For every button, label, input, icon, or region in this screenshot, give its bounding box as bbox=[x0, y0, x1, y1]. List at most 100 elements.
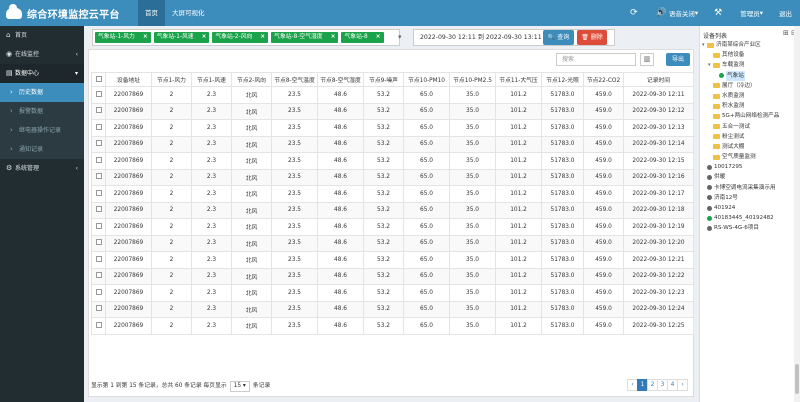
table-row[interactable]: 22007869 2 2.3 北风 23.5 48.6 53.2 65.0 35.0 101.2 5… bbox=[91, 317, 694, 335]
tree-node[interactable]: 卡博空调电流采集演示用 bbox=[702, 183, 794, 193]
tree-scrollbar[interactable] bbox=[794, 26, 800, 402]
row-checkbox[interactable] bbox=[95, 222, 102, 229]
row-checkbox[interactable] bbox=[95, 189, 102, 196]
tree-node[interactable]: 五合一测试 bbox=[702, 122, 794, 132]
table-row[interactable]: 22007869 2 2.3 北风 23.5 48.6 53.2 65.0 35.0 101.2 5… bbox=[91, 284, 694, 302]
table-row[interactable]: 22007869 2 2.3 北风 23.5 48.6 53.2 65.0 35.0 101.2 5… bbox=[91, 102, 694, 120]
tree-node[interactable]: 401924 bbox=[702, 203, 794, 213]
column-header[interactable]: 设备地址 bbox=[105, 72, 152, 87]
row-checkbox[interactable] bbox=[95, 255, 102, 262]
select-all-checkbox[interactable] bbox=[95, 75, 102, 82]
filter-tag[interactable]: 气象站-1-风速 × bbox=[153, 32, 210, 43]
tree-node[interactable]: RS-WS-4G-6项目 bbox=[702, 223, 794, 233]
tree-node[interactable]: 10017295 bbox=[702, 162, 794, 172]
filter-tag[interactable]: 气象站-2-风向 × bbox=[212, 32, 269, 43]
tree-node[interactable]: 供暖 bbox=[702, 172, 794, 182]
tree-node[interactable]: 积水监测 bbox=[702, 101, 794, 111]
sidebar-subitem[interactable]: › 历史数据 bbox=[0, 83, 84, 102]
tree-node[interactable]: 空气质量监测 bbox=[702, 152, 794, 162]
table-row[interactable]: 22007869 2 2.3 北风 23.5 48.6 53.2 65.0 35.0 101.2 5… bbox=[91, 185, 694, 203]
chevron-down-icon[interactable]: ▾ bbox=[398, 29, 406, 46]
tree-node[interactable]: ▾ 济南某综合产业区 bbox=[702, 40, 794, 50]
column-header[interactable]: 节点8-空气温度 bbox=[271, 72, 318, 87]
row-checkbox[interactable] bbox=[95, 321, 102, 328]
tree-node[interactable]: 粉尘测试 bbox=[702, 132, 794, 142]
row-checkbox[interactable] bbox=[95, 272, 102, 279]
row-checkbox[interactable] bbox=[95, 206, 102, 213]
column-header[interactable]: 节点9-噪声 bbox=[363, 72, 404, 87]
tree-node[interactable]: 水质监测 bbox=[702, 91, 794, 101]
column-header[interactable]: 节点10-PM2.5 bbox=[449, 72, 496, 87]
columns-toggle-button[interactable]: ▥ bbox=[640, 53, 654, 66]
table-row[interactable]: 22007869 2 2.3 北风 23.5 48.6 53.2 65.0 35.0 101.2 5… bbox=[91, 135, 694, 153]
sidebar-item[interactable]: ◉ 在线监控 ‹ bbox=[0, 45, 84, 64]
column-header[interactable]: 记录时间 bbox=[623, 72, 694, 87]
delete-button[interactable]: 🗑 删除 bbox=[577, 30, 607, 45]
row-checkbox[interactable] bbox=[95, 140, 102, 147]
tree-node[interactable]: 40183445_40192482 bbox=[702, 213, 794, 223]
tree-node[interactable]: 济南12号 bbox=[702, 193, 794, 203]
table-row[interactable]: 22007869 2 2.3 北风 23.5 48.6 53.2 65.0 35.0 101.2 5… bbox=[91, 86, 694, 104]
column-header[interactable]: 节点10-PM10 bbox=[403, 72, 450, 87]
sidebar-item[interactable]: ▤ 数据中心 ▾ bbox=[0, 64, 84, 83]
table-row[interactable]: 22007869 2 2.3 北风 23.5 48.6 53.2 65.0 35.0 101.2 5… bbox=[91, 267, 694, 285]
row-checkbox[interactable] bbox=[95, 173, 102, 180]
tree-node[interactable]: 5G+两山网络检测产品 bbox=[702, 111, 794, 121]
column-header[interactable]: 节点1-风力 bbox=[151, 72, 192, 87]
sidebar-subitem[interactable]: › 报警数据 bbox=[0, 102, 84, 121]
sidebar-subitem[interactable]: › 继电器操作记录 bbox=[0, 121, 84, 140]
row-checkbox[interactable] bbox=[95, 156, 102, 163]
query-button[interactable]: 🔍 查询 bbox=[543, 30, 574, 45]
top-nav-tab[interactable]: 大屏可视化 bbox=[165, 0, 212, 26]
page-size-select[interactable]: 15 ▾ bbox=[229, 381, 250, 392]
table-row[interactable]: 22007869 2 2.3 北风 23.5 48.6 53.2 65.0 35.0 101.2 5… bbox=[91, 168, 694, 186]
voice-toggle[interactable]: 🔊 语音关闭 ▾ bbox=[656, 8, 698, 18]
table-row[interactable]: 22007869 2 2.3 北风 23.5 48.6 53.2 65.0 35.0 101.2 5… bbox=[91, 119, 694, 137]
search-input[interactable]: 搜索 bbox=[556, 53, 636, 66]
close-icon[interactable]: × bbox=[376, 32, 381, 43]
close-icon[interactable]: × bbox=[202, 32, 207, 43]
tree-node[interactable]: 展厅（冷边） bbox=[702, 81, 794, 91]
close-icon[interactable]: × bbox=[260, 32, 265, 43]
column-header[interactable]: 节点1-风速 bbox=[191, 72, 232, 87]
page-button[interactable]: › bbox=[677, 379, 688, 391]
tree-node[interactable]: 其他设备 bbox=[702, 50, 794, 60]
logo[interactable]: 综合环境监控云平台 bbox=[0, 0, 134, 26]
filter-tag[interactable]: 气象站-8 × bbox=[341, 32, 384, 43]
filter-tag[interactable]: 气象站-8-空气湿度 × bbox=[271, 32, 339, 43]
settings-button[interactable]: ⚒ bbox=[714, 8, 724, 18]
node-tag-select[interactable]: 气象站-1-风力 × 气象站-1-风速 × 气象站-2-风向 × 气象站-8-空气湿度 × 气象… bbox=[92, 29, 400, 46]
row-checkbox[interactable] bbox=[95, 107, 102, 114]
logout-button[interactable]: 退出 bbox=[779, 8, 792, 18]
column-header[interactable]: 节点12-光照 bbox=[541, 72, 584, 87]
close-icon[interactable]: × bbox=[143, 32, 148, 43]
row-checkbox[interactable] bbox=[95, 239, 102, 246]
row-checkbox[interactable] bbox=[95, 90, 102, 97]
scrollbar-thumb[interactable] bbox=[795, 364, 799, 394]
table-row[interactable]: 22007869 2 2.3 北风 23.5 48.6 53.2 65.0 35.0 101.2 5… bbox=[91, 234, 694, 252]
tree-node[interactable]: ▾ 车载监测 bbox=[702, 60, 794, 70]
row-checkbox[interactable] bbox=[95, 305, 102, 312]
export-button[interactable]: 导出 bbox=[666, 53, 690, 66]
table-row[interactable]: 22007869 2 2.3 北风 23.5 48.6 53.2 65.0 35.0 101.2 5… bbox=[91, 218, 694, 236]
column-header[interactable]: 节点2-风向 bbox=[231, 72, 272, 87]
close-icon[interactable]: × bbox=[331, 32, 336, 43]
sidebar-item[interactable]: ⌂ 首页 bbox=[0, 26, 84, 45]
row-checkbox[interactable] bbox=[95, 288, 102, 295]
user-menu[interactable]: 管理员 ▾ bbox=[740, 8, 763, 18]
table-row[interactable]: 22007869 2 2.3 北风 23.5 48.6 53.2 65.0 35.0 101.2 5… bbox=[91, 152, 694, 170]
refresh-button[interactable]: ⟳ bbox=[630, 8, 640, 18]
top-nav-tab[interactable]: 首页 bbox=[138, 0, 165, 26]
table-row[interactable]: 22007869 2 2.3 北风 23.5 48.6 53.2 65.0 35.0 101.2 5… bbox=[91, 300, 694, 318]
table-row[interactable]: 22007869 2 2.3 北风 23.5 48.6 53.2 65.0 35.0 101.2 5… bbox=[91, 201, 694, 219]
sidebar-item[interactable]: ⚙ 系统管理 ‹ bbox=[0, 159, 84, 178]
column-header[interactable]: 节点11-大气压 bbox=[495, 72, 542, 87]
sidebar-subitem[interactable]: › 通知记录 bbox=[0, 140, 84, 159]
column-header[interactable]: 节点8-空气湿度 bbox=[317, 72, 364, 87]
table-row[interactable]: 22007869 2 2.3 北风 23.5 48.6 53.2 65.0 35.0 101.2 5… bbox=[91, 251, 694, 269]
column-header[interactable]: 节点22-CO2 bbox=[583, 72, 624, 87]
tree-node[interactable]: 测试大棚 bbox=[702, 142, 794, 152]
tree-node[interactable]: 气象站 bbox=[702, 70, 794, 81]
row-checkbox[interactable] bbox=[95, 123, 102, 130]
filter-tag[interactable]: 气象站-1-风力 × bbox=[95, 32, 151, 43]
